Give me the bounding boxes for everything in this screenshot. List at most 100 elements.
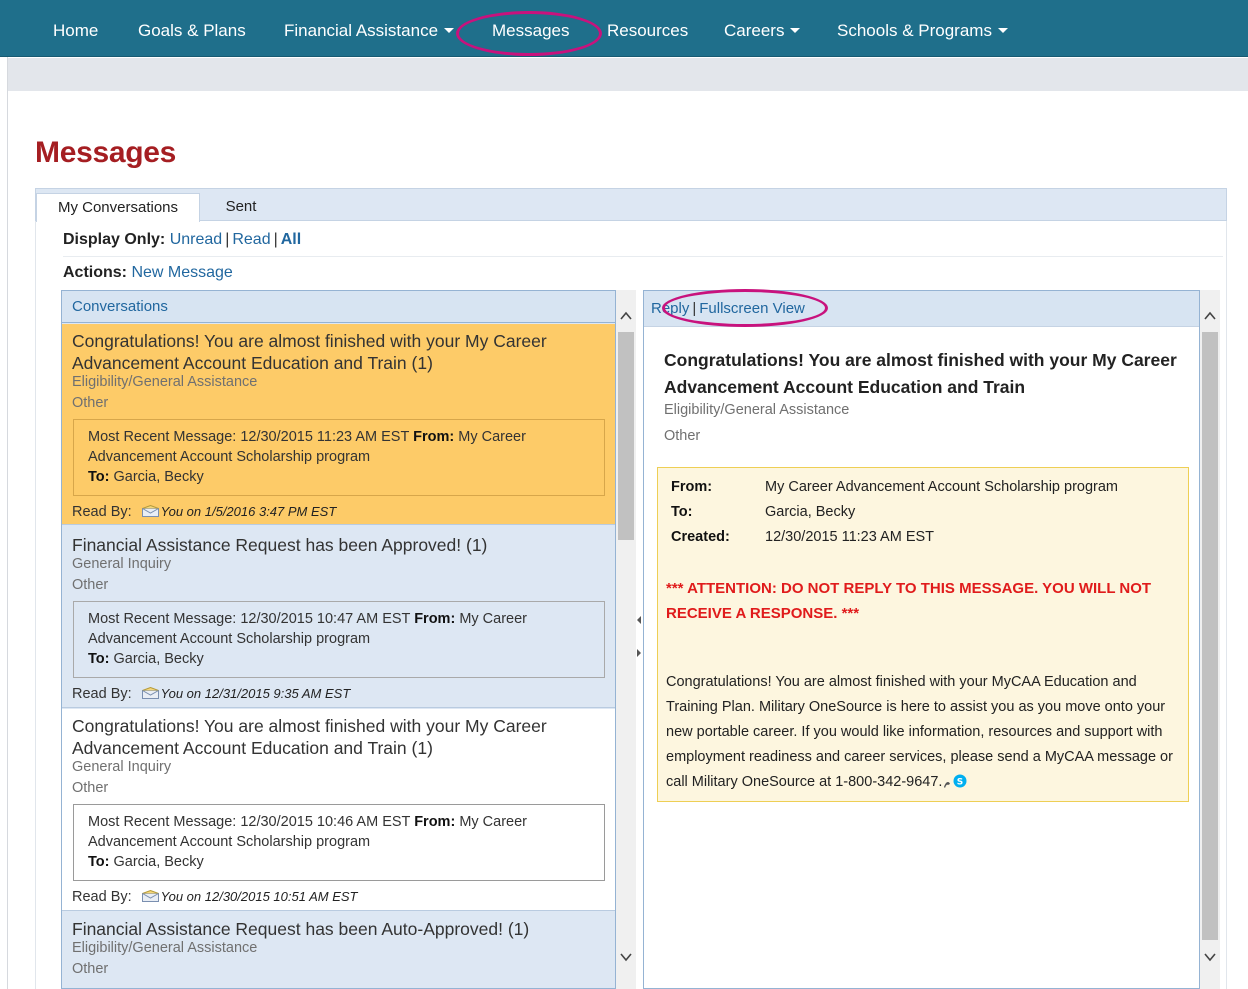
page-left-border xyxy=(7,57,8,989)
nav-schools-programs-label: Schools & Programs xyxy=(837,21,992,40)
svg-text:S: S xyxy=(957,778,963,788)
conversation-title: Financial Assistance Request has been Ap… xyxy=(72,535,488,555)
chevron-down-icon xyxy=(790,28,801,34)
chevron-down-icon[interactable] xyxy=(620,952,632,962)
conversation-type: Other xyxy=(72,780,109,796)
conversation-type: Other xyxy=(72,961,109,977)
conversation-item[interactable]: Financial Assistance Request has been Ap… xyxy=(62,526,615,708)
actions-label: Actions: xyxy=(63,264,127,281)
open-envelope-icon xyxy=(141,505,159,517)
message-from-row: From: My Career Advancement Account Schol… xyxy=(671,479,1118,495)
filter-read-link[interactable]: Read xyxy=(232,231,270,248)
recent-message-box: Most Recent Message: 12/30/2015 11:23 AM… xyxy=(73,419,605,496)
conversation-item[interactable]: Financial Assistance Request has been Au… xyxy=(62,912,615,988)
chevron-up-icon[interactable] xyxy=(1204,311,1216,321)
read-by-label: Read By: xyxy=(72,686,132,702)
filter-separator: | xyxy=(273,231,278,248)
read-by-label: Read By: xyxy=(72,889,132,905)
page-title: Messages xyxy=(35,136,177,169)
recent-message-box: Most Recent Message: 12/30/2015 10:47 AM… xyxy=(73,601,605,678)
conversations-pane: Conversations Congratulations! You are a… xyxy=(61,290,616,989)
fullscreen-view-link[interactable]: Fullscreen View xyxy=(699,300,805,317)
nav-careers[interactable]: Careers xyxy=(724,0,801,57)
conversation-type: Other xyxy=(72,577,109,593)
nav-goals-plans[interactable]: Goals & Plans xyxy=(138,0,246,57)
conversation-item[interactable]: Congratulations! You are almost finished… xyxy=(62,709,615,911)
message-created-row: Created: 12/30/2015 11:23 AM EST xyxy=(671,529,934,545)
recent-message-date: Most Recent Message: 12/30/2015 10:46 AM… xyxy=(88,814,411,830)
attention-notice: *** ATTENTION: DO NOT REPLY TO THIS MESS… xyxy=(666,580,1152,622)
to-label: To: xyxy=(88,651,110,667)
message-body: Congratulations! You are almost finished… xyxy=(666,670,1181,795)
nav-financial-assistance[interactable]: Financial Assistance xyxy=(284,0,455,57)
display-filter: Display Only: Unread | Read | All xyxy=(63,231,301,249)
filter-divider xyxy=(63,256,1223,257)
recent-message-box: Most Recent Message: 12/30/2015 10:46 AM… xyxy=(73,804,605,881)
skype-call-icon[interactable]: S xyxy=(942,772,968,790)
from-label: From: xyxy=(671,479,713,495)
chevron-down-icon[interactable] xyxy=(1204,952,1216,962)
from-value: My Career Advancement Account Scholarshi… xyxy=(765,479,1119,495)
conversations-header: Conversations xyxy=(62,291,615,323)
conversation-category: General Inquiry xyxy=(72,556,172,572)
new-message-link[interactable]: New Message xyxy=(131,264,232,281)
chevron-down-icon xyxy=(444,28,455,34)
open-envelope-icon xyxy=(141,687,159,699)
read-by-line: Read By: You on 1/5/2016 3:47 PM EST xyxy=(72,504,336,520)
nav-resources[interactable]: Resources xyxy=(607,0,688,57)
display-only-label: Display Only: xyxy=(63,231,166,248)
pane-splitter[interactable] xyxy=(636,290,643,989)
message-body-text: Congratulations! You are almost finished… xyxy=(666,674,1173,790)
message-to-row: To: Garcia, Becky xyxy=(671,504,855,520)
filter-all-link[interactable]: All xyxy=(281,231,301,248)
created-value: 12/30/2015 11:23 AM EST xyxy=(765,529,935,545)
actions-bar: Actions: New Message xyxy=(63,264,233,282)
collapse-left-icon[interactable] xyxy=(637,616,642,624)
conversation-category: General Inquiry xyxy=(72,759,172,775)
message-scrollbar-thumb[interactable] xyxy=(1202,332,1218,940)
nav-schools-programs[interactable]: Schools & Programs xyxy=(837,0,1008,57)
sub-navigation-bar xyxy=(8,58,1248,91)
nav-careers-label: Careers xyxy=(724,21,785,40)
message-title: Congratulations! You are almost finished… xyxy=(664,350,1177,397)
open-envelope-icon xyxy=(141,890,159,902)
collapse-right-icon[interactable] xyxy=(637,649,642,657)
message-toolbar: Reply | Fullscreen View xyxy=(644,291,1199,327)
message-category: Eligibility/General Assistance xyxy=(664,402,850,418)
read-by-value: You on 12/31/2015 9:35 AM EST xyxy=(160,686,351,701)
to-value: Garcia, Becky xyxy=(113,854,204,870)
to-value: Garcia, Becky xyxy=(765,504,856,520)
tab-sent[interactable]: Sent xyxy=(204,193,278,222)
read-by-value: You on 1/5/2016 3:47 PM EST xyxy=(160,504,337,519)
reply-link[interactable]: Reply xyxy=(651,300,689,317)
conversations-scrollbar[interactable] xyxy=(616,290,636,989)
conversation-category: Eligibility/General Assistance xyxy=(72,374,258,390)
conversations-scrollbar-thumb[interactable] xyxy=(618,332,634,540)
conversation-title: Congratulations! You are almost finished… xyxy=(72,716,547,758)
from-label: From: xyxy=(413,429,455,445)
conversation-title: Congratulations! You are almost finished… xyxy=(72,331,547,373)
from-label: From: xyxy=(414,814,456,830)
chevron-up-icon[interactable] xyxy=(620,311,632,321)
read-by-value: You on 12/30/2015 10:51 AM EST xyxy=(160,889,358,904)
filter-unread-link[interactable]: Unread xyxy=(170,231,222,248)
message-detail-pane: Reply | Fullscreen View Congratulations! Y… xyxy=(643,290,1200,989)
message-scrollbar[interactable] xyxy=(1200,290,1220,989)
tab-my-conversations[interactable]: My Conversations xyxy=(36,193,200,222)
tab-strip: My Conversations Sent xyxy=(35,188,1227,222)
nav-messages[interactable]: Messages xyxy=(492,0,569,57)
nav-financial-assistance-label: Financial Assistance xyxy=(284,21,439,40)
read-by-line: Read By: You on 12/31/2015 9:35 AM EST xyxy=(72,686,350,702)
chevron-down-icon xyxy=(997,28,1008,34)
from-label: From: xyxy=(414,611,456,627)
to-value: Garcia, Becky xyxy=(113,651,204,667)
recent-message-date: Most Recent Message: 12/30/2015 11:23 AM… xyxy=(88,429,410,445)
read-by-label: Read By: xyxy=(72,504,132,520)
to-label: To: xyxy=(671,504,693,520)
conversation-item[interactable]: Congratulations! You are almost finished… xyxy=(62,324,615,525)
message-type: Other xyxy=(664,428,701,444)
conversation-title: Financial Assistance Request has been Au… xyxy=(72,919,530,939)
message-content-box: From: My Career Advancement Account Schol… xyxy=(657,467,1189,802)
nav-home[interactable]: Home xyxy=(53,0,98,57)
created-label: Created: xyxy=(671,529,730,545)
